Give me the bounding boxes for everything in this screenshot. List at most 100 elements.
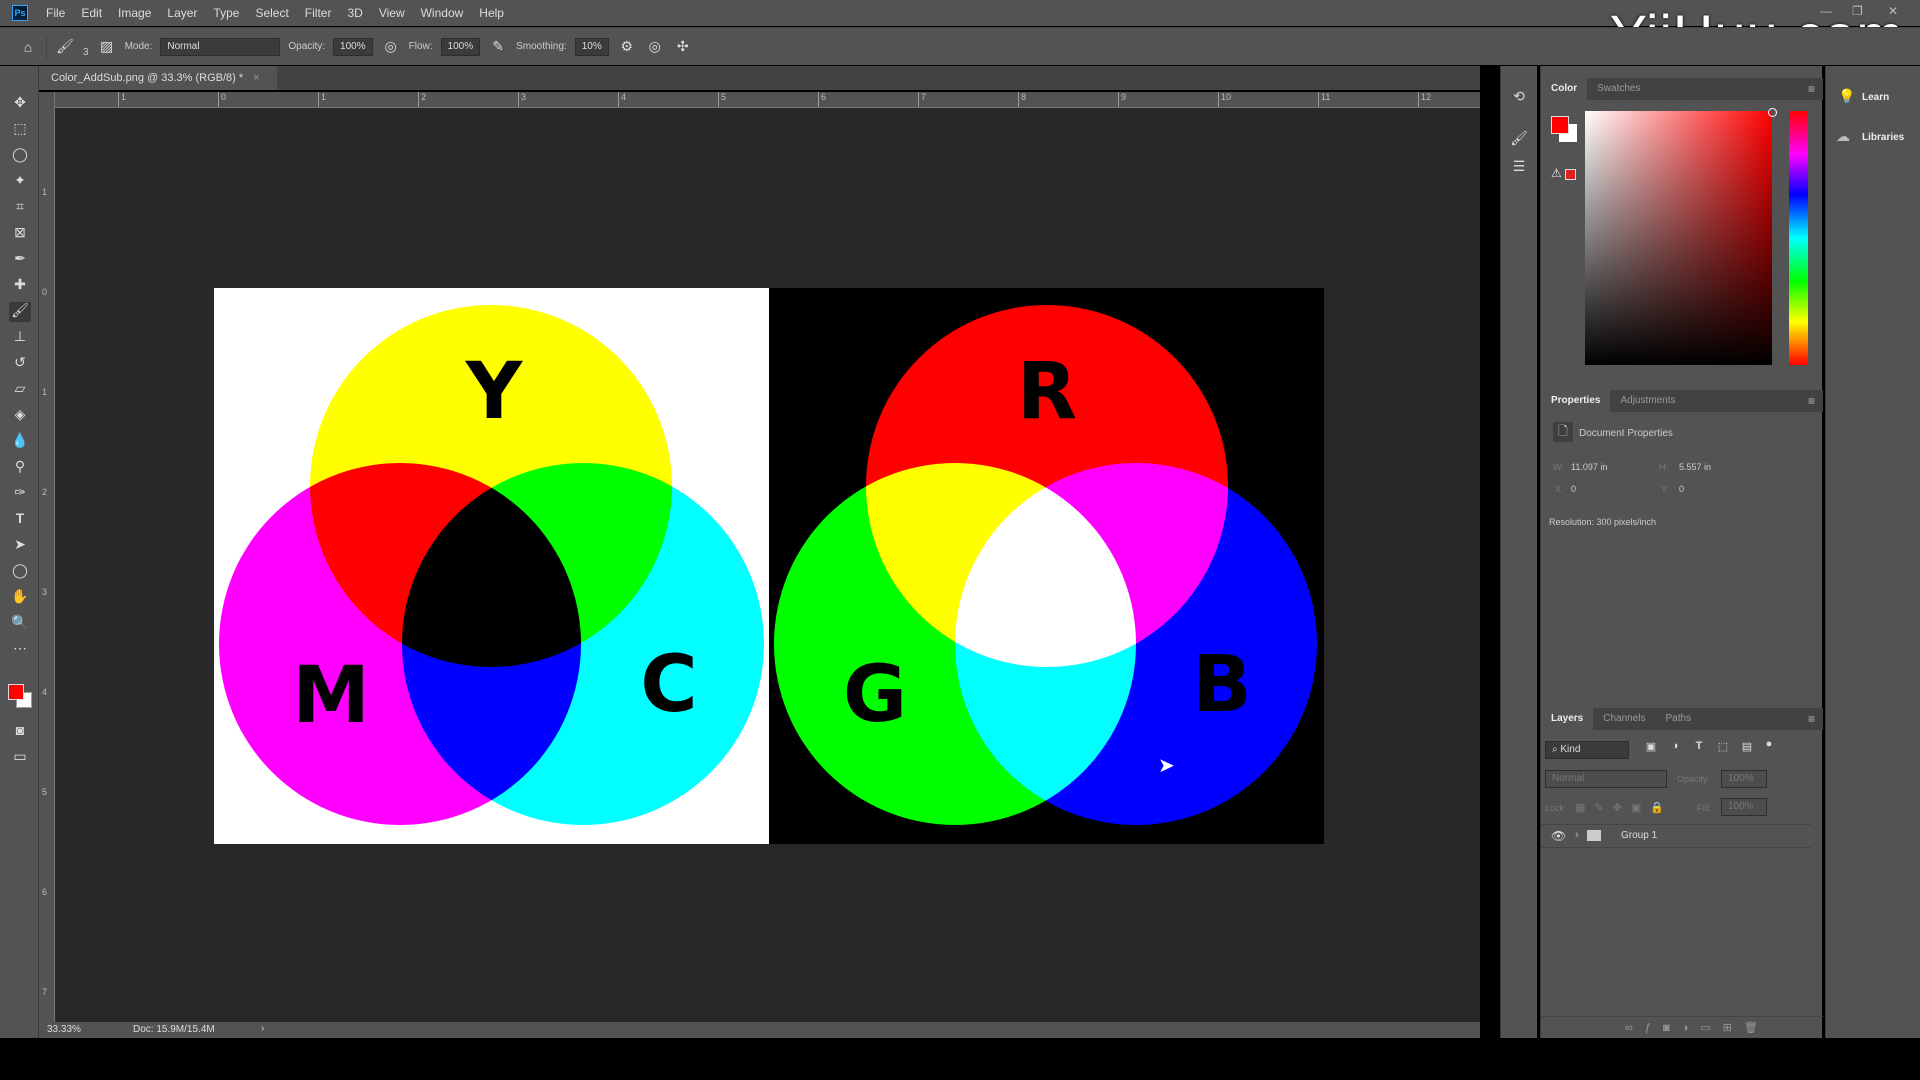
fill-input[interactable]: 100% (1721, 798, 1767, 816)
marquee-tool-icon[interactable]: ⬚ (9, 120, 31, 140)
menu-help[interactable]: Help (471, 6, 512, 20)
blend-mode-select[interactable]: Normal (1545, 770, 1667, 788)
zoom-tool-icon[interactable]: 🔍 (9, 614, 31, 634)
panel-menu-icon[interactable]: ≡ (1808, 82, 1815, 96)
zoom-level[interactable]: 33.33% (47, 1024, 81, 1035)
pen-tool-icon[interactable]: ✑ (9, 484, 31, 504)
menu-layer[interactable]: Layer (159, 6, 205, 20)
document-tab[interactable]: Color_AddSub.png @ 33.3% (RGB/8) * × (39, 66, 277, 90)
tab-adjustments[interactable]: Adjustments (1610, 390, 1685, 412)
label-r: R (1017, 347, 1077, 437)
tab-channels[interactable]: Channels (1593, 708, 1655, 730)
filter-adjustment-icon[interactable]: ◑ (1665, 740, 1685, 752)
filter-shape-icon[interactable]: ⬚ (1713, 740, 1733, 753)
menu-view[interactable]: View (371, 6, 413, 20)
photoshop-logo: Ps (12, 5, 28, 21)
blur-tool-icon[interactable]: 💧 (9, 432, 31, 452)
menu-window[interactable]: Window (413, 6, 472, 20)
filter-pixel-icon[interactable]: ▣ (1641, 740, 1661, 753)
menu-select[interactable]: Select (247, 6, 296, 20)
lock-icons[interactable]: ▦✎✥▣🔒 (1575, 801, 1673, 814)
home-icon[interactable]: ⌂ (18, 39, 38, 55)
eraser-icon[interactable]: ▱ (9, 380, 31, 400)
menu-3d[interactable]: 3D (339, 6, 370, 20)
filter-type-icon[interactable]: T (1689, 740, 1709, 752)
quick-mask-icon[interactable]: ◙ (9, 722, 31, 742)
filter-toggle-icon[interactable]: ● (1759, 738, 1779, 750)
hand-tool-icon[interactable]: ✋ (9, 588, 31, 608)
width-value[interactable]: 11.097 in (1571, 462, 1607, 472)
y-value[interactable]: 0 (1679, 484, 1684, 494)
magic-wand-icon[interactable]: ✦ (9, 172, 31, 192)
dodge-tool-icon[interactable]: ⚲ (9, 458, 31, 478)
menu-file[interactable]: File (38, 6, 73, 20)
in-gamut-swatch[interactable] (1565, 169, 1576, 180)
y-label: Y: (1661, 484, 1670, 494)
layer-name[interactable]: Group 1 (1621, 830, 1657, 841)
height-value[interactable]: 5.557 in (1679, 462, 1711, 472)
ruler-vertical[interactable]: 1 0 1 2 3 4 5 6 7 (39, 92, 55, 1022)
brush-size[interactable]: 3 (83, 47, 89, 58)
brush-preset-icon[interactable]: 🖌 (55, 38, 75, 55)
lasso-tool-icon[interactable]: ◯ (9, 146, 31, 166)
eye-icon[interactable]: 👁 (1551, 829, 1566, 843)
hue-slider[interactable] (1789, 111, 1808, 365)
brush-settings-icon[interactable]: 🖌 (1509, 130, 1529, 147)
pressure-opacity-icon[interactable]: ◎ (381, 38, 401, 55)
pressure-size-icon[interactable]: ◎ (645, 38, 665, 55)
layer-filter-select[interactable]: ⌕ Kind (1545, 741, 1629, 759)
brush-tool-icon[interactable]: 🖌 (9, 302, 31, 322)
smoothing-input[interactable]: 10% (574, 37, 609, 56)
tab-layers[interactable]: Layers (1541, 708, 1594, 730)
panel-menu-icon[interactable]: ≡ (1808, 712, 1815, 726)
color-field[interactable] (1585, 111, 1772, 365)
tab-swatches[interactable]: Swatches (1587, 78, 1650, 100)
status-menu-arrow[interactable]: › (261, 1023, 264, 1034)
x-value[interactable]: 0 (1571, 484, 1576, 494)
symmetry-icon[interactable]: ✣ (673, 38, 693, 55)
foreground-color-swatch[interactable] (8, 684, 24, 700)
adjust-presets-icon[interactable]: ☰ (1509, 158, 1529, 175)
screen-mode-icon[interactable]: ▭ (9, 748, 31, 768)
panel-menu-icon[interactable]: ≡ (1808, 394, 1815, 408)
gamut-warning-icon[interactable]: ⚠ (1551, 166, 1562, 180)
tab-color[interactable]: Color (1541, 78, 1588, 100)
color-foreground-swatch[interactable] (1551, 116, 1569, 134)
more-tools-icon[interactable]: ⋯ (9, 640, 31, 660)
tab-properties[interactable]: Properties (1541, 390, 1611, 412)
opacity-input[interactable]: 100% (333, 37, 373, 56)
history-brush-icon[interactable]: ↺ (9, 354, 31, 374)
libraries-panel-button[interactable]: ☁ Libraries (1826, 126, 1920, 150)
healing-brush-icon[interactable]: ✚ (9, 276, 31, 296)
ellipse-tool-icon[interactable]: ◯ (9, 562, 31, 582)
eyedropper-icon[interactable]: ✒ (9, 250, 31, 270)
layers-footer-buttons[interactable]: ∞ƒ◙◑▭⊞🗑 (1541, 1016, 1823, 1038)
crop-tool-icon[interactable]: ⌗ (9, 198, 31, 218)
flow-input[interactable]: 100% (440, 37, 481, 56)
paint-bucket-icon[interactable]: ◈ (9, 406, 31, 426)
menu-type[interactable]: Type (205, 6, 247, 20)
frame-tool-icon[interactable]: ⊠ (9, 224, 31, 244)
stamp-tool-icon[interactable]: ⊥ (9, 328, 31, 348)
color-picker-marker[interactable] (1768, 108, 1777, 117)
layer-opacity-input[interactable]: 100% (1721, 770, 1767, 788)
path-selection-icon[interactable]: ➤ (9, 536, 31, 556)
menu-image[interactable]: Image (110, 6, 159, 20)
menu-filter[interactable]: Filter (297, 6, 340, 20)
brush-panel-icon[interactable]: ▨ (97, 38, 117, 55)
ruler-horizontal[interactable]: 1 0 1 2 3 4 5 6 7 8 9 10 11 12 (55, 92, 1480, 108)
tab-paths[interactable]: Paths (1656, 708, 1702, 730)
mode-select[interactable]: Normal (160, 37, 281, 56)
filter-smart-object-icon[interactable]: ▤ (1737, 740, 1757, 753)
expand-chevron-icon[interactable]: › (1575, 829, 1579, 841)
menu-edit[interactable]: Edit (73, 6, 110, 20)
learn-panel-button[interactable]: 💡 Learn (1826, 86, 1920, 110)
gear-icon[interactable]: ⚙ (617, 38, 637, 55)
canvas-area[interactable]: Y M C R G B ➤ (55, 108, 1480, 1022)
airbrush-icon[interactable]: ✎ (488, 38, 508, 55)
layer-row[interactable]: 👁 › Group 1 (1541, 824, 1811, 848)
close-tab-icon[interactable]: × (253, 72, 259, 84)
move-tool-icon[interactable]: ✥ (9, 94, 31, 114)
type-tool-icon[interactable]: T (9, 510, 31, 530)
history-panel-icon[interactable]: ⟲ (1509, 88, 1529, 105)
